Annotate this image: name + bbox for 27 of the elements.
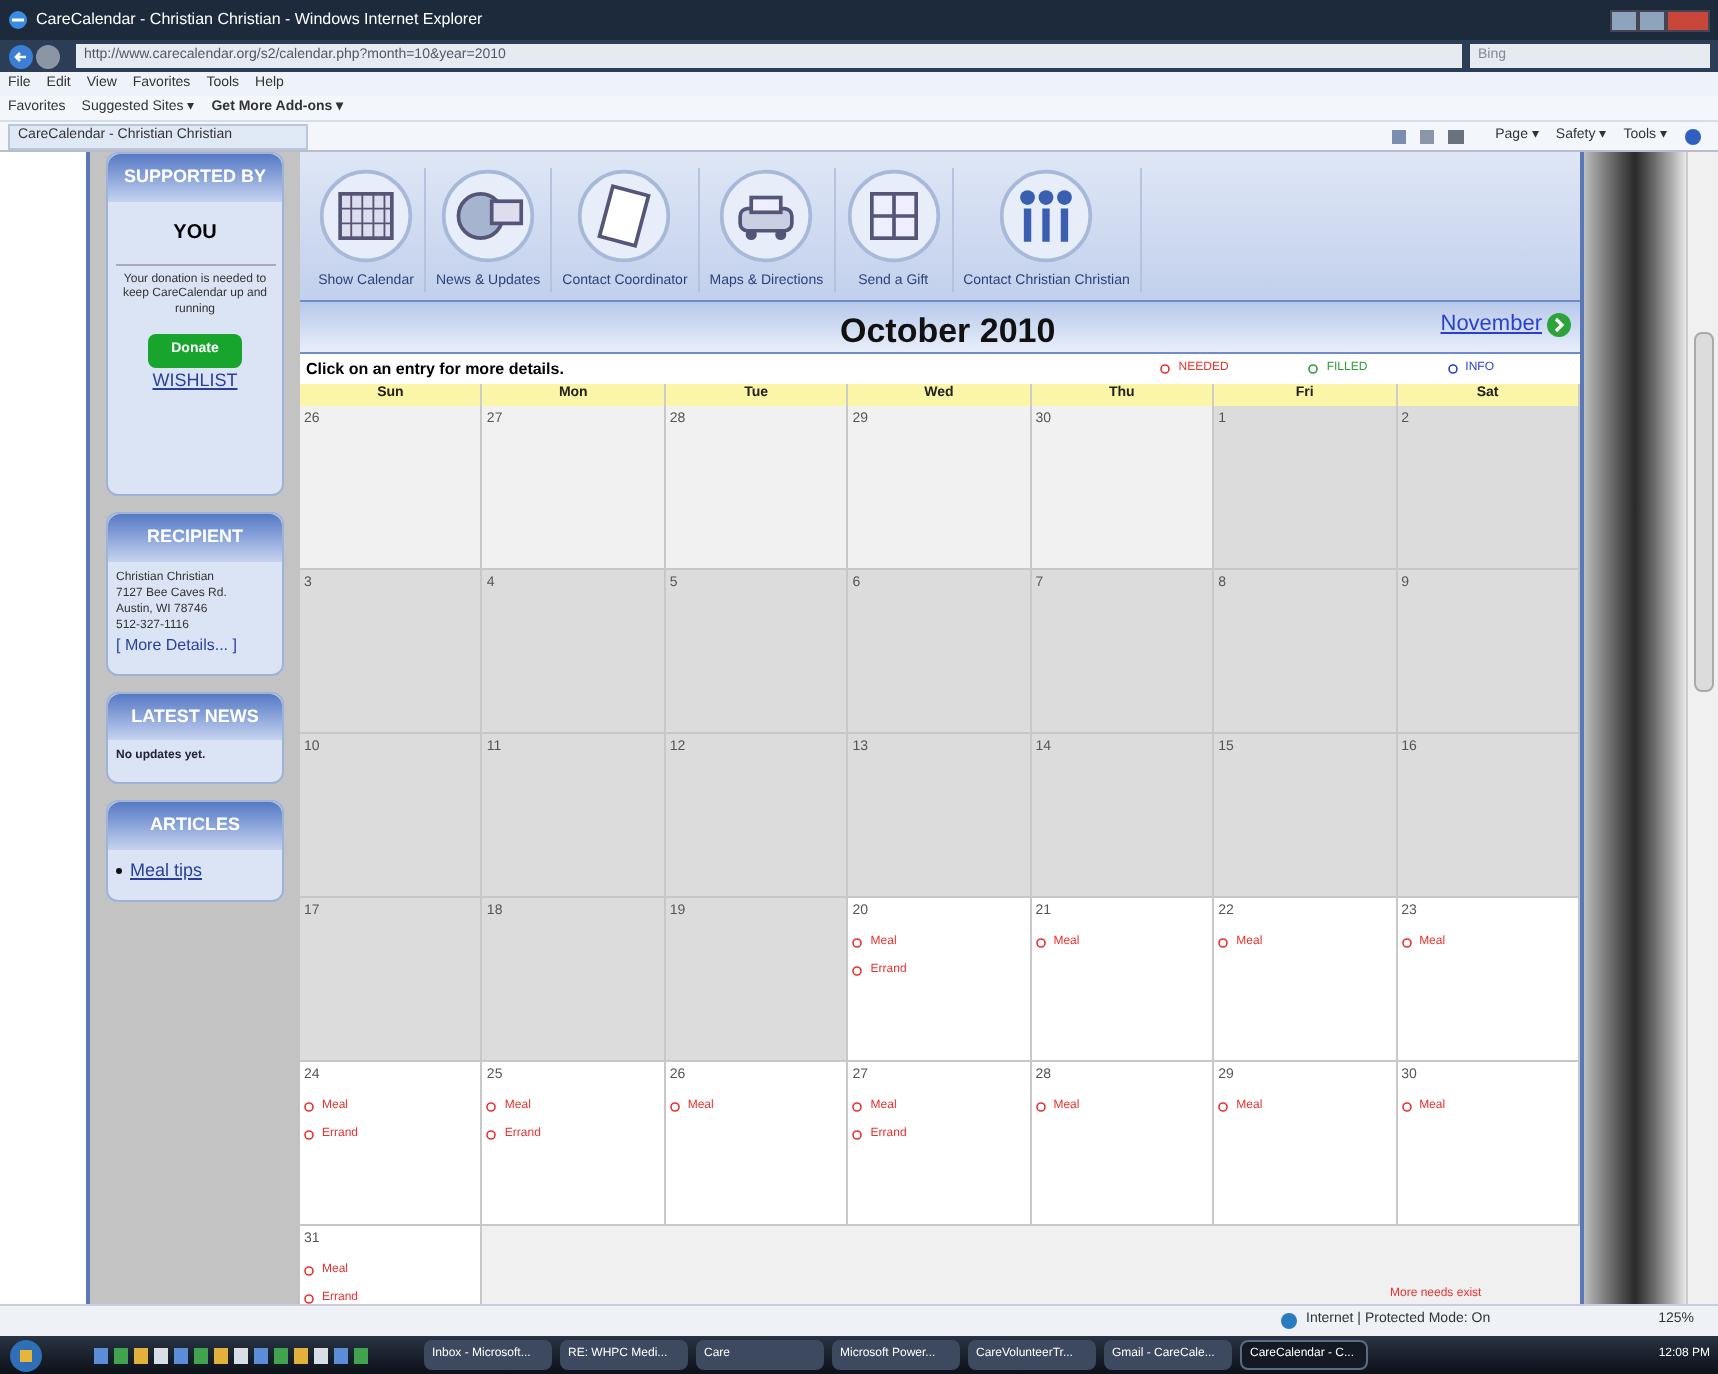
nav-icon [440, 167, 537, 263]
bullet-icon [116, 867, 122, 874]
panel-heading: ARTICLES [108, 802, 282, 849]
nav-icon [998, 167, 1095, 263]
panel-heading: LATEST NEWS [108, 693, 282, 740]
wishlist-link[interactable]: WISHLIST [152, 367, 238, 394]
close-button[interactable] [1666, 9, 1710, 31]
nav-icon [845, 167, 942, 263]
panel-heading: SUPPORTED BY [108, 154, 282, 201]
month-title: October 2010 [840, 310, 1056, 354]
minimize-button[interactable] [1610, 9, 1638, 31]
maximize-button[interactable] [1638, 9, 1666, 31]
nav-icon [718, 167, 815, 263]
next-month-link[interactable]: November [1440, 308, 1542, 341]
scrollbar-thumb[interactable] [1693, 332, 1713, 692]
browser-logo-icon [8, 10, 28, 30]
nav-icon [576, 167, 673, 263]
nav-icon [318, 167, 414, 263]
panel-heading: RECIPIENT [108, 514, 282, 561]
globe-icon [1280, 1312, 1298, 1330]
help-icon[interactable] [1684, 127, 1702, 145]
supporter-name: YOU [173, 219, 217, 247]
window-title: CareCalendar - Christian Christian - Windows Internet Explorer [36, 8, 483, 32]
calendar-hint: Click on an entry for more details. [306, 357, 564, 381]
start-button[interactable] [8, 1337, 44, 1373]
article-link[interactable]: Meal tips [130, 857, 203, 884]
more-details-link[interactable]: [ More Details... ] [116, 633, 274, 657]
